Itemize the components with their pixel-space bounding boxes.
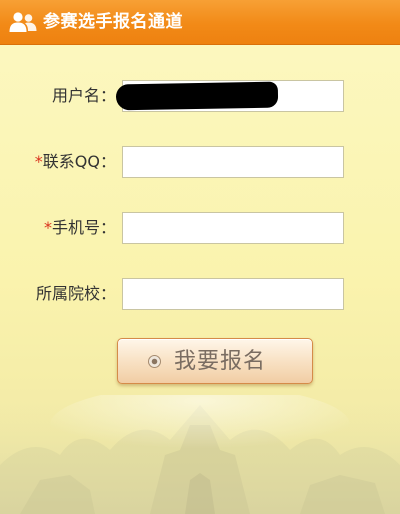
required-mark: * xyxy=(43,218,52,237)
qq-input[interactable] xyxy=(122,146,344,178)
school-input[interactable] xyxy=(122,278,344,310)
background-scene xyxy=(0,395,400,514)
phone-input[interactable] xyxy=(122,212,344,244)
required-mark: * xyxy=(34,152,43,171)
panel-header: 参赛选手报名通道 xyxy=(0,0,400,45)
registration-panel: 参赛选手报名通道 用户名： *联系QQ： *手机号： 所属院校： 我要报名 xyxy=(0,0,400,514)
qq-label-text: 联系QQ： xyxy=(42,152,116,171)
username-label: 用户名： xyxy=(51,86,116,105)
phone-label: *手机号： xyxy=(44,217,116,239)
phone-label-text: 手机号： xyxy=(51,218,116,237)
page-title: 参赛选手报名通道 xyxy=(43,12,183,32)
users-icon xyxy=(9,12,37,32)
register-button-label: 我要报名 xyxy=(174,349,267,374)
qq-label: *联系QQ： xyxy=(35,151,116,173)
school-label: 所属院校： xyxy=(35,284,116,303)
register-button[interactable]: 我要报名 xyxy=(117,338,313,384)
redaction-mark xyxy=(115,81,279,111)
radio-dot-icon xyxy=(148,355,161,368)
